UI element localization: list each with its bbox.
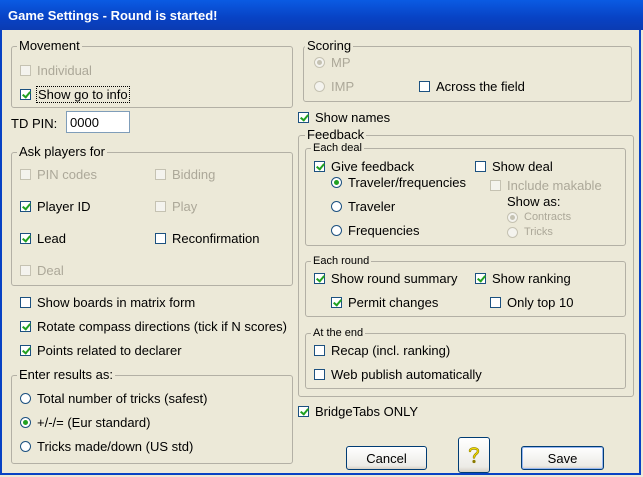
each-round-legend: Each round — [311, 255, 372, 267]
feedback-legend: Feedback — [305, 127, 367, 142]
include-makable-box[interactable] — [490, 180, 501, 191]
tricks-made-dot[interactable] — [20, 441, 31, 452]
tricks-radio[interactable]: Tricks — [507, 226, 553, 238]
show-ranking-checkbox[interactable]: Show ranking — [475, 271, 571, 286]
reconfirmation-checkbox[interactable]: Reconfirmation — [155, 231, 259, 246]
show-go-to-info-box[interactable] — [20, 89, 31, 100]
show-round-summary-checkbox[interactable]: Show round summary — [314, 271, 457, 286]
lead-checkbox[interactable]: Lead — [20, 231, 66, 246]
points-declarer-checkbox[interactable]: Points related to declarer — [20, 343, 182, 358]
bridgetabs-only-checkbox[interactable]: BridgeTabs ONLY — [298, 404, 418, 419]
lead-box[interactable] — [20, 233, 31, 244]
points-declarer-box[interactable] — [20, 345, 31, 356]
contracts-radio[interactable]: Contracts — [507, 211, 571, 223]
across-field-checkbox[interactable]: Across the field — [419, 79, 525, 94]
individual-checkbox[interactable]: Individual — [20, 63, 92, 78]
mp-radio[interactable]: MP — [314, 55, 351, 70]
movement-legend: Movement — [17, 38, 82, 53]
play-checkbox[interactable]: Play — [155, 199, 197, 214]
show-names-box[interactable] — [298, 112, 309, 123]
show-as-label: Show as: — [507, 194, 561, 209]
pin-codes-box[interactable] — [20, 169, 31, 180]
help-button[interactable] — [458, 437, 490, 473]
rotate-compass-checkbox[interactable]: Rotate compass directions (tick if N sco… — [20, 319, 287, 334]
bidding-checkbox[interactable]: Bidding — [155, 167, 215, 182]
save-button[interactable]: Save — [521, 446, 604, 470]
give-feedback-checkbox[interactable]: Give feedback — [314, 159, 414, 174]
window-title: Game Settings - Round is started! — [8, 8, 218, 23]
each-deal-legend: Each deal — [311, 142, 364, 154]
traveler-radio[interactable]: Traveler — [331, 199, 395, 214]
web-publish-checkbox[interactable]: Web publish automatically — [314, 367, 482, 382]
cancel-button[interactable]: Cancel — [346, 446, 427, 470]
only-top-10-checkbox[interactable]: Only top 10 — [490, 295, 574, 310]
show-boards-matrix-box[interactable] — [20, 297, 31, 308]
bidding-box[interactable] — [155, 169, 166, 180]
total-tricks-radio[interactable]: Total number of tricks (safest) — [20, 391, 208, 406]
pin-codes-checkbox[interactable]: PIN codes — [20, 167, 97, 182]
imp-dot[interactable] — [314, 81, 325, 92]
td-pin-label: TD PIN: — [11, 116, 58, 131]
title-bar: Game Settings - Round is started! — [0, 0, 643, 30]
play-box[interactable] — [155, 201, 166, 212]
contracts-dot[interactable] — [507, 211, 518, 223]
tricks-dot[interactable] — [507, 226, 518, 238]
across-field-box[interactable] — [419, 81, 430, 92]
enter-results-legend: Enter results as: — [17, 367, 115, 382]
show-deal-checkbox[interactable]: Show deal — [475, 159, 553, 174]
deal-checkbox[interactable]: Deal — [20, 263, 64, 278]
total-tricks-dot[interactable] — [20, 393, 31, 404]
frequencies-radio[interactable]: Frequencies — [331, 223, 420, 238]
permit-changes-box[interactable] — [331, 297, 342, 308]
give-feedback-box[interactable] — [314, 161, 325, 172]
show-round-summary-box[interactable] — [314, 273, 325, 284]
show-ranking-box[interactable] — [475, 273, 486, 284]
plus-minus-radio[interactable]: +/-/= (Eur standard) — [20, 415, 150, 430]
traveler-frequencies-radio[interactable]: Traveler/frequencies — [331, 175, 466, 190]
recap-box[interactable] — [314, 345, 325, 356]
td-pin-input[interactable] — [66, 111, 130, 133]
web-publish-box[interactable] — [314, 369, 325, 380]
ask-players-legend: Ask players for — [17, 144, 107, 159]
imp-radio[interactable]: IMP — [314, 79, 354, 94]
scoring-legend: Scoring — [305, 38, 354, 53]
plus-minus-dot[interactable] — [20, 417, 31, 428]
recap-checkbox[interactable]: Recap (incl. ranking) — [314, 343, 450, 358]
tricks-made-radio[interactable]: Tricks made/down (US std) — [20, 439, 193, 454]
bridgetabs-only-box[interactable] — [298, 406, 309, 417]
show-deal-box[interactable] — [475, 161, 486, 172]
reconfirmation-box[interactable] — [155, 233, 166, 244]
question-mark-icon — [468, 447, 480, 464]
player-id-checkbox[interactable]: Player ID — [20, 199, 90, 214]
include-makable-checkbox[interactable]: Include makable — [490, 178, 602, 193]
permit-changes-checkbox[interactable]: Permit changes — [331, 295, 438, 310]
show-boards-matrix-checkbox[interactable]: Show boards in matrix form — [20, 295, 195, 310]
show-names-checkbox[interactable]: Show names — [298, 110, 390, 125]
at-the-end-legend: At the end — [311, 327, 366, 339]
traveler-dot[interactable] — [331, 201, 342, 212]
individual-box[interactable] — [20, 65, 31, 76]
frequencies-dot[interactable] — [331, 225, 342, 236]
traveler-frequencies-dot[interactable] — [331, 177, 342, 188]
rotate-compass-box[interactable] — [20, 321, 31, 332]
show-go-to-info-checkbox[interactable]: Show go to info — [20, 86, 130, 103]
player-id-box[interactable] — [20, 201, 31, 212]
deal-box[interactable] — [20, 265, 31, 276]
mp-dot[interactable] — [314, 57, 325, 68]
only-top-10-box[interactable] — [490, 297, 501, 308]
